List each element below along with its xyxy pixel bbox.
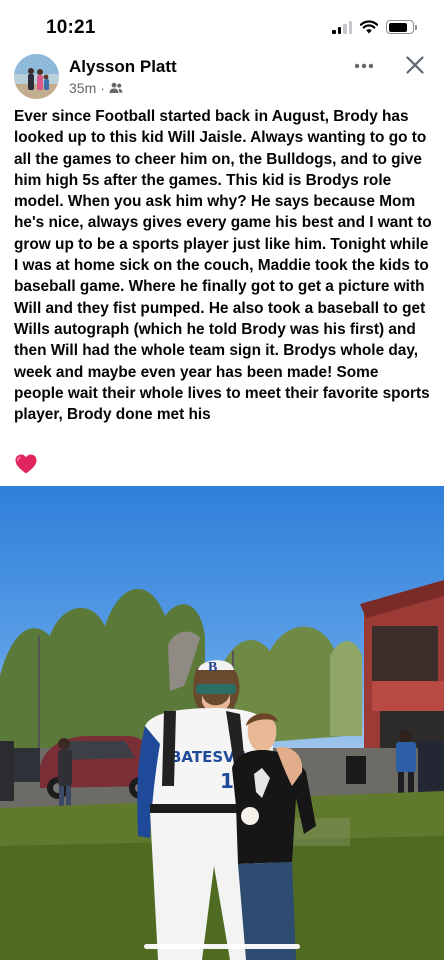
post-header: Alysson Platt 35m · <box>14 52 430 102</box>
post-text: Ever since Football started back in Augu… <box>14 108 436 424</box>
cellular-signal-icon <box>332 20 352 34</box>
post-photo[interactable]: B BATESVILLE 12 <box>0 486 444 960</box>
red-heart-icon <box>15 454 37 474</box>
wifi-icon <box>360 20 378 34</box>
more-horizontal-icon <box>354 63 374 69</box>
post-timestamp[interactable]: 35m <box>69 80 96 96</box>
avatar[interactable] <box>14 54 59 99</box>
close-button[interactable] <box>402 52 428 78</box>
friends-icon <box>109 82 123 93</box>
status-bar: 10:21 <box>0 0 444 46</box>
author-name[interactable]: Alysson Platt <box>69 57 177 77</box>
status-time: 10:21 <box>46 17 96 38</box>
status-icons <box>332 20 417 34</box>
cap-letter: B <box>208 660 217 675</box>
more-options-button[interactable] <box>352 56 376 76</box>
close-icon <box>406 56 424 74</box>
battery-icon <box>386 20 417 34</box>
home-indicator <box>144 944 300 949</box>
meta-separator: · <box>100 80 105 96</box>
post-meta: 35m · <box>69 80 123 96</box>
